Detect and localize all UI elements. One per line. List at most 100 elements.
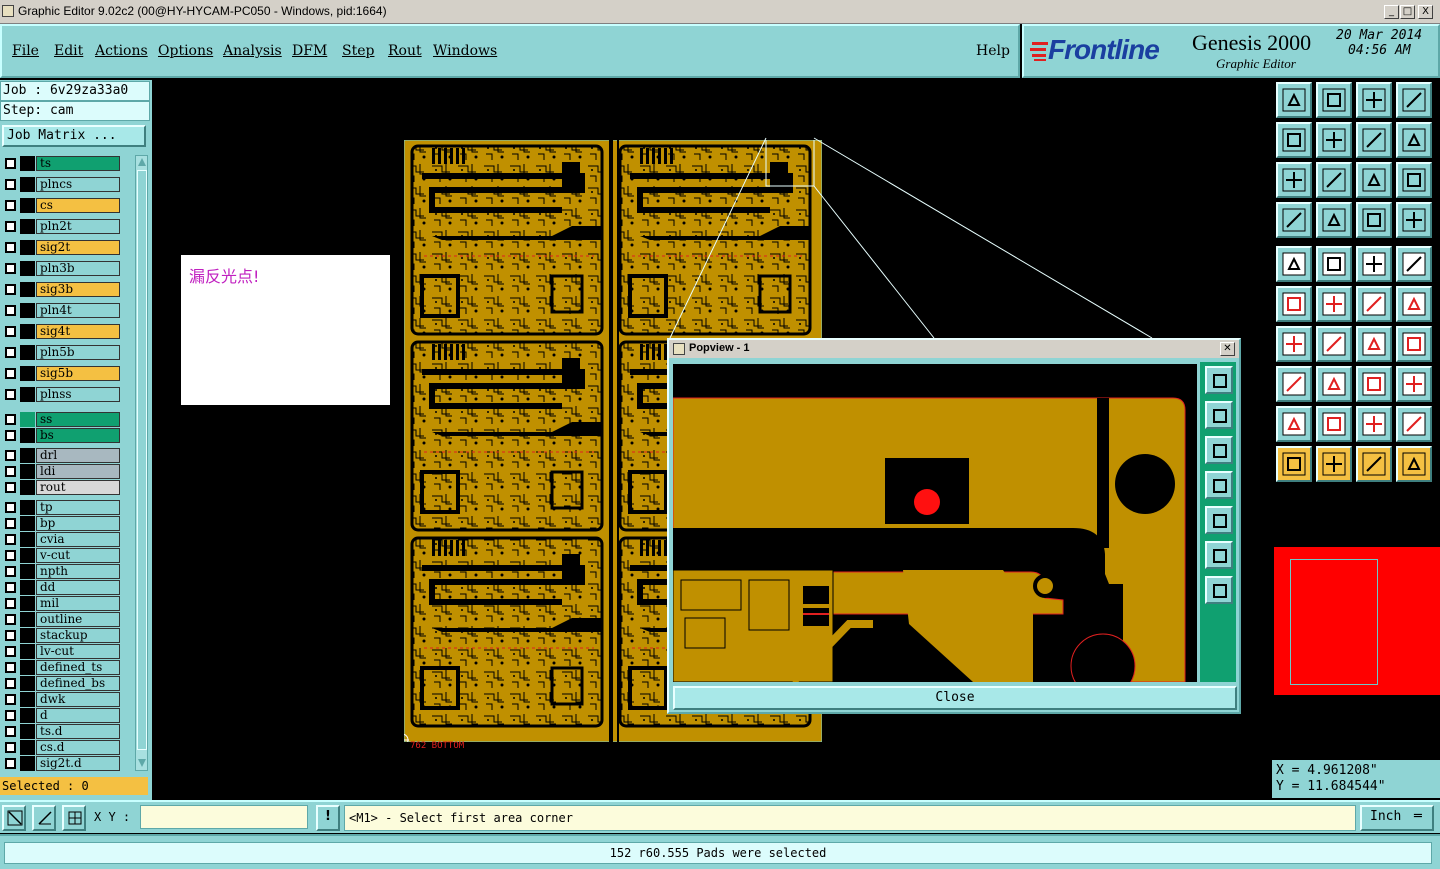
layer-checkbox[interactable] [5,502,16,513]
menu-analysis[interactable]: Analysis [223,43,282,59]
layer-row[interactable]: cs.d [2,739,134,755]
layer-checkbox[interactable] [5,518,16,529]
layer-name[interactable]: dwk [36,692,120,707]
layer-name[interactable]: bs [36,428,120,443]
layer-name[interactable]: mil [36,596,120,611]
scale-1-2-button[interactable] [1356,162,1392,198]
layer-row[interactable]: plnss [2,386,134,402]
triangle-edit-button[interactable] [1356,406,1392,442]
cross-button[interactable] [1316,286,1352,322]
overview-viewport[interactable] [1290,559,1378,685]
close-window-button[interactable]: X [1418,5,1433,19]
xy-input[interactable] [140,805,308,829]
layer-name[interactable]: npth [36,564,120,579]
measure-box-button[interactable] [1356,366,1392,402]
layer-checkbox[interactable] [5,450,16,461]
menu-rout[interactable]: Rout [388,43,422,59]
select-box-button[interactable] [1316,446,1352,482]
layer-row[interactable]: sig5b [2,365,134,381]
layer-checkbox[interactable] [5,758,16,769]
layer-checkbox[interactable] [5,466,16,477]
menu-dfm[interactable]: DFM [292,43,327,59]
layer-name[interactable]: d [36,708,120,723]
layer-row[interactable]: tp [2,499,134,515]
layer-row[interactable]: sig3b [2,281,134,297]
edit-tools-button[interactable] [1276,202,1312,238]
layer-checkbox[interactable] [5,534,16,545]
layer-name[interactable]: ss [36,412,120,427]
layer-row[interactable]: cvia [2,531,134,547]
layers-button[interactable] [1396,366,1432,402]
layer-row[interactable]: sig4t [2,323,134,339]
select-pointer-button[interactable] [1276,446,1312,482]
layer-row[interactable]: pln4t [2,302,134,318]
menu-windows[interactable]: Windows [433,43,497,59]
layer-name[interactable]: drl [36,448,120,463]
layer-name[interactable]: sig5b [36,366,120,381]
menu-options[interactable]: Options [158,43,213,59]
scroll-down-icon[interactable] [137,758,147,768]
layer-row[interactable]: npth [2,563,134,579]
grid-snap-button[interactable] [62,805,86,831]
layer-name[interactable]: sig2t [36,240,120,255]
pan-down-button[interactable] [1316,82,1352,118]
minimize-button[interactable]: _ [1384,5,1399,19]
layer-name[interactable]: cvia [36,532,120,547]
layer-row[interactable]: drl [2,447,134,463]
move-point-button[interactable] [1396,286,1432,322]
job-matrix-button[interactable]: Job Matrix ... [2,125,146,147]
print-button[interactable] [1205,436,1233,464]
layer-checkbox[interactable] [5,414,16,425]
connect-button[interactable] [1276,286,1312,322]
layer-row[interactable]: sig2t.d [2,755,134,771]
arc-button[interactable] [1356,326,1392,362]
zoom-in-button[interactable] [1205,366,1233,394]
maximize-button[interactable]: □ [1400,5,1415,19]
line-edit-button[interactable] [1316,326,1352,362]
layer-row[interactable]: pln5b [2,344,134,360]
triangle-button[interactable] [1276,406,1312,442]
layer-name[interactable]: cs [36,198,120,213]
layer-checkbox[interactable] [5,582,16,593]
layer-row[interactable]: sig2t [2,239,134,255]
pan-left-button[interactable] [1205,471,1233,499]
layer-checkbox[interactable] [5,179,16,190]
pan-up-button[interactable] [1276,82,1312,118]
layer-name[interactable]: stackup [36,628,120,643]
menu-step[interactable]: Step [342,43,374,59]
layer-name[interactable]: plnss [36,387,120,402]
layer-name[interactable]: cs.d [36,740,120,755]
layer-checkbox[interactable] [5,550,16,561]
layer-checkbox[interactable] [5,200,16,211]
layer-row[interactable]: bp [2,515,134,531]
layer-row[interactable]: lv-cut [2,643,134,659]
line-button[interactable] [1316,366,1352,402]
layer-checkbox[interactable] [5,347,16,358]
layer-checkbox[interactable] [5,305,16,316]
layer-checkbox[interactable] [5,726,16,737]
layer-name[interactable]: v-cut [36,548,120,563]
popview-canvas[interactable] [673,364,1197,682]
layer-name[interactable]: sig4t [36,324,120,339]
layer-row[interactable]: dwk [2,691,134,707]
fill-button[interactable] [1316,246,1352,282]
layer-list-scrollbar[interactable] [135,155,148,771]
layer-checkbox[interactable] [5,368,16,379]
snap-red-button[interactable] [1356,202,1392,238]
fit-all-button[interactable] [1205,541,1233,569]
save-view-button[interactable] [1205,401,1233,429]
layer-checkbox[interactable] [5,389,16,400]
layer-name[interactable]: pln4t [36,303,120,318]
layer-name[interactable]: sig2t.d [36,756,120,771]
center-button[interactable] [1316,162,1352,198]
home-button[interactable] [1356,82,1392,118]
layer-checkbox[interactable] [5,710,16,721]
layer-row[interactable]: v-cut [2,547,134,563]
menu-file[interactable]: File [12,43,39,59]
layer-checkbox[interactable] [5,630,16,641]
layer-name[interactable]: dd [36,580,120,595]
help-query-button[interactable] [1396,162,1432,198]
layer-name[interactable]: sig3b [36,282,120,297]
popview-close-icon[interactable]: ✕ [1220,342,1235,356]
scroll-up-icon[interactable] [137,157,147,167]
